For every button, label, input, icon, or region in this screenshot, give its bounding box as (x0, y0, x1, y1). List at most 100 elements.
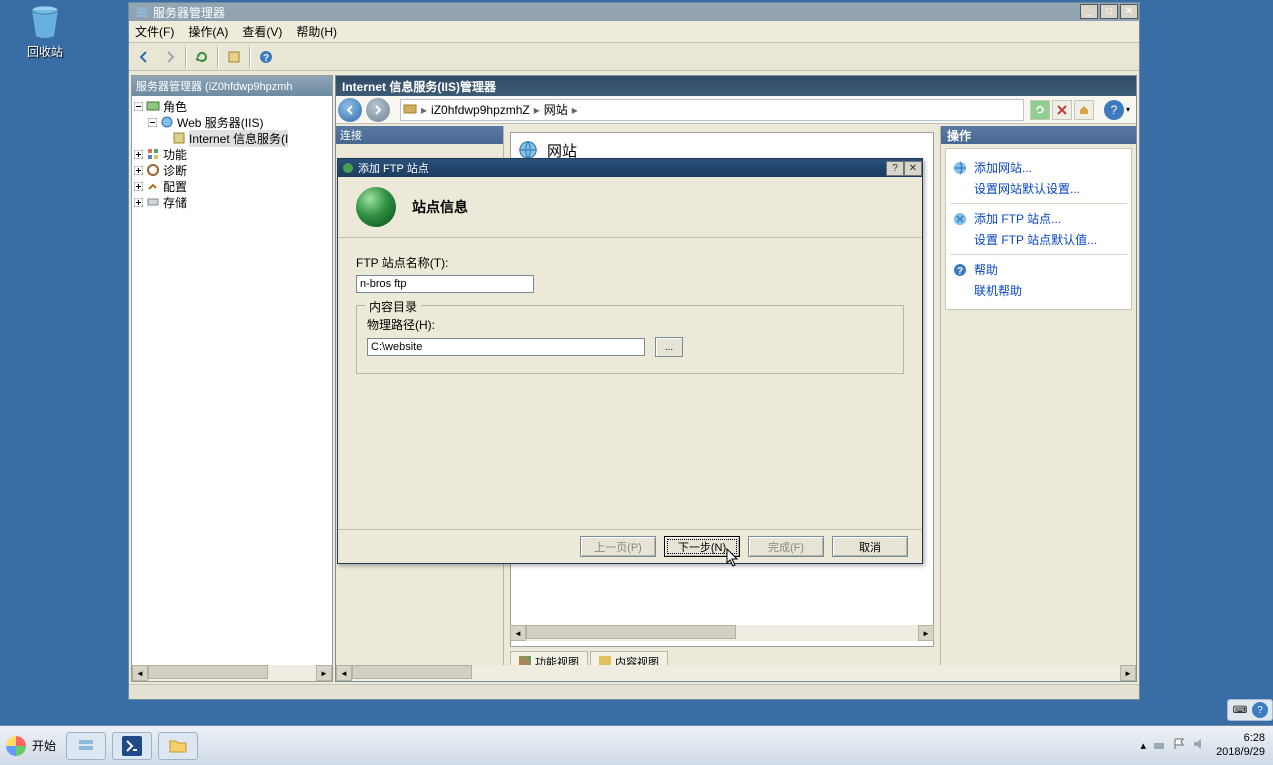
tree-hscroll[interactable]: ◄ ► (132, 665, 332, 681)
scroll-left-icon[interactable]: ◄ (132, 665, 148, 681)
tree-node-roles[interactable]: 角色 (134, 98, 332, 114)
tree-header[interactable]: 服务器管理器 (iZ0hfdwp9hpzmh (132, 76, 332, 96)
center-scroll-right[interactable]: ► (918, 625, 934, 641)
breadcrumb[interactable]: ▸ iZ0hfdwp9hpzmhZ ▸ 网站 ▸ (400, 99, 1024, 121)
tray-speaker-icon[interactable] (1192, 737, 1206, 754)
close-button[interactable]: ✕ (1120, 4, 1138, 19)
clock-date: 2018/9/29 (1216, 746, 1265, 759)
tree-node-features[interactable]: 功能 (134, 146, 332, 162)
iis-scroll-right[interactable]: ► (1120, 665, 1136, 681)
storage-icon (145, 194, 161, 210)
tray-network-icon[interactable] (1152, 737, 1166, 754)
statusbar (129, 684, 1139, 699)
minimize-button[interactable]: _ (1080, 4, 1098, 19)
center-hscroll[interactable]: ◄ ► (510, 625, 934, 641)
tray-chevron-icon[interactable]: ▴ (1141, 739, 1147, 752)
tray-clock[interactable]: 6:28 2018/9/29 (1216, 732, 1265, 758)
menu-action[interactable]: 操作(A) (188, 23, 228, 40)
langbar-kbd-icon[interactable]: ⌨ (1232, 702, 1248, 718)
action-add-site[interactable]: 添加网站... (952, 159, 1125, 176)
center-scroll-left[interactable]: ◄ (510, 625, 526, 641)
taskbar-powershell[interactable] (112, 732, 152, 760)
crumb-sep-1: ▸ (421, 103, 427, 117)
dialog-titlebar[interactable]: 添加 FTP 站点 ? ✕ (338, 159, 922, 177)
iis-nav-back[interactable] (338, 98, 362, 122)
iis-scroll-left[interactable]: ◄ (336, 665, 352, 681)
tree-node-web-iis[interactable]: Web 服务器(IIS) (134, 114, 332, 130)
actions-title: 操作 (941, 126, 1136, 144)
content-dir-group: 内容目录 物理路径(H): C:\website ... (356, 305, 904, 374)
menu-help[interactable]: 帮助(H) (296, 23, 337, 40)
server-manager-task-icon (76, 736, 96, 756)
menu-bar: 文件(F) 操作(A) 查看(V) 帮助(H) (129, 21, 1139, 43)
tree-node-storage[interactable]: 存储 (134, 194, 332, 210)
nav-back-button[interactable] (133, 46, 155, 68)
system-tray: ▴ 6:28 2018/9/29 (1141, 732, 1265, 758)
action-online-help[interactable]: 联机帮助 (952, 282, 1125, 299)
iis-refresh-button[interactable] (1030, 100, 1050, 120)
add-ftp-icon (952, 211, 968, 227)
help-button-toolbar[interactable]: ? (255, 46, 277, 68)
web-server-icon (159, 114, 175, 130)
site-name-input[interactable]: n-bros ftp (356, 275, 534, 293)
tree-node-iis-service[interactable]: Internet 信息服务(I (134, 130, 332, 146)
tree-pane: 服务器管理器 (iZ0hfdwp9hpzmh 角色 Web 服务器(IIS) I… (131, 75, 333, 682)
tray-flag-icon[interactable] (1172, 737, 1186, 754)
langbar-help-icon[interactable]: ? (1252, 702, 1268, 718)
help-icon: ? (952, 262, 968, 278)
iis-help-button[interactable]: ? (1104, 100, 1124, 120)
taskbar-server-manager[interactable] (66, 732, 106, 760)
nav-fwd-button[interactable] (159, 46, 181, 68)
language-bar[interactable]: ⌨ ? (1227, 699, 1273, 721)
menu-view[interactable]: 查看(V) (242, 23, 282, 40)
diagnostics-icon (145, 162, 161, 178)
server-manager-titlebar[interactable]: 服务器管理器 _ □ ✕ (129, 3, 1139, 21)
cancel-button[interactable]: 取消 (832, 536, 908, 557)
crumb-sites[interactable]: 网站 (544, 101, 568, 118)
action-add-ftp[interactable]: 添加 FTP 站点... (952, 210, 1125, 227)
iis-nav-fwd[interactable] (366, 98, 390, 122)
globe-icon (356, 187, 396, 227)
features-icon (145, 146, 161, 162)
iis-bottom-scroll[interactable]: ◄ ► (336, 665, 1136, 681)
iis-title: Internet 信息服务(IIS)管理器 (336, 76, 1136, 96)
add-site-icon (952, 160, 968, 176)
scroll-right-icon[interactable]: ► (316, 665, 332, 681)
properties-button[interactable] (223, 46, 245, 68)
server-manager-icon (135, 5, 149, 19)
crumb-sep-3: ▸ (572, 103, 578, 117)
actions-pane: 操作 添加网站... 设置网站默认设置... 添加 FTP 站点... (940, 126, 1136, 681)
iis-home-button[interactable] (1074, 100, 1094, 120)
start-button[interactable]: 开始 (6, 736, 56, 756)
server-manager-title: 服务器管理器 (153, 4, 225, 21)
path-label: 物理路径(H): (367, 316, 893, 333)
browse-button[interactable]: ... (655, 337, 683, 357)
crumb-host[interactable]: iZ0hfdwp9hpzmhZ (431, 103, 530, 117)
dialog-title-text: 添加 FTP 站点 (358, 160, 429, 176)
action-ftp-defaults[interactable]: 设置 FTP 站点默认值... (952, 231, 1125, 248)
recycle-bin-icon (25, 2, 65, 42)
finish-button[interactable]: 完成(F) (748, 536, 824, 557)
dialog-icon (342, 162, 354, 174)
dialog-close-button[interactable]: ✕ (904, 161, 922, 176)
crumb-computer-icon[interactable] (403, 103, 417, 117)
action-site-defaults[interactable]: 设置网站默认设置... (952, 180, 1125, 197)
iis-stop-button[interactable] (1052, 100, 1072, 120)
connections-title: 连接 (336, 126, 503, 144)
action-help[interactable]: ? 帮助 (952, 261, 1125, 278)
prev-button[interactable]: 上一页(P) (580, 536, 656, 557)
iis-navbar: ▸ iZ0hfdwp9hpzmhZ ▸ 网站 ▸ ? ▾ (336, 96, 1136, 124)
tree-node-config[interactable]: 配置 (134, 178, 332, 194)
dialog-help-button[interactable]: ? (886, 161, 904, 176)
menu-file[interactable]: 文件(F) (135, 23, 174, 40)
tree-node-diagnostics[interactable]: 诊断 (134, 162, 332, 178)
roles-icon (145, 98, 161, 114)
powershell-icon (122, 736, 142, 756)
desktop-recyclebin[interactable]: 回收站 (10, 2, 80, 60)
physical-path-input[interactable]: C:\website (367, 338, 645, 356)
svg-text:?: ? (957, 266, 963, 277)
dialog-heading: 站点信息 (412, 197, 468, 217)
maximize-button[interactable]: □ (1100, 4, 1118, 19)
refresh-button[interactable] (191, 46, 213, 68)
taskbar-explorer[interactable] (158, 732, 198, 760)
